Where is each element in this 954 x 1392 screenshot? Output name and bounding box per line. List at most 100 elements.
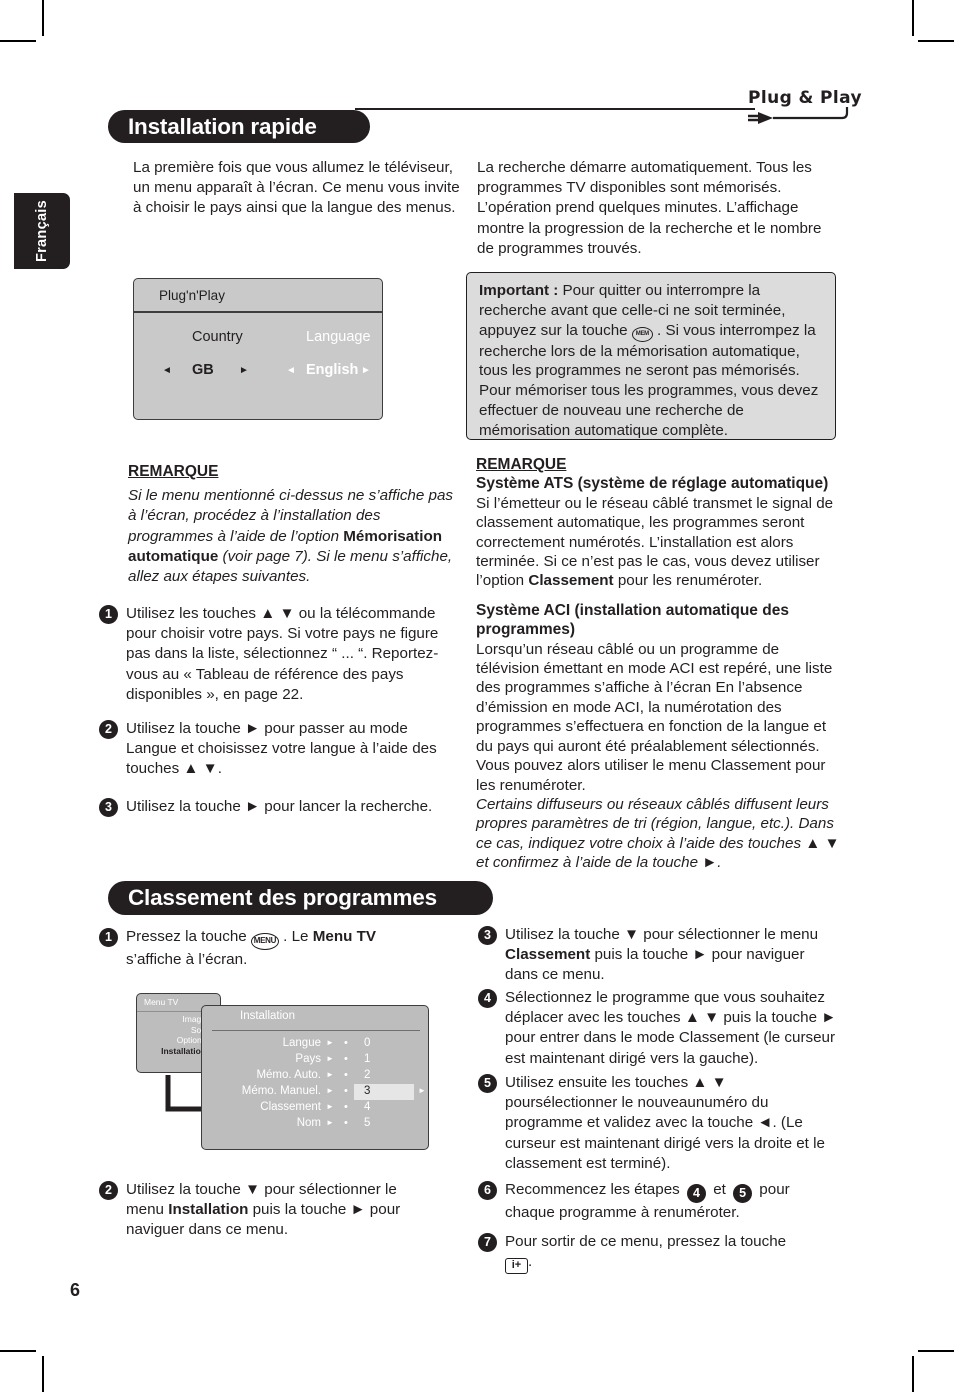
installation-row-memo-auto-dot-icon: • [344, 1069, 348, 1081]
step-item-3: 3 Utilisez la touche ► pour lancer la re… [99, 797, 459, 817]
header-rule [355, 108, 755, 110]
classement-step-number-2: 2 [99, 1181, 118, 1200]
menu-key-icon: MENU [250, 933, 279, 950]
step-text-3: Utilisez la touche ► pour lancer la rech… [126, 798, 433, 815]
installation-row-pays-label: Pays [295, 1053, 321, 1065]
installation-row-memo-manuel[interactable]: Mémo. Manuel. ► • 3 ► [202, 1084, 428, 1101]
step7-text-2: . [528, 1253, 533, 1271]
classement-step-text-3: Utilisez la touche ▼ pour sélectionner l… [505, 925, 838, 986]
remarque-left-heading: REMARQUE [128, 463, 219, 480]
installation-menu-rows: Langue ► • 0 Pays ► • 1 Mémo. Auto. ► • … [202, 1037, 428, 1133]
info-key-icon: i+ [505, 1258, 528, 1275]
classement-step-text-7: Pour sortir de ce menu, pressez la touch… [505, 1232, 828, 1275]
plug-and-play-label: Plug & Play [748, 88, 862, 108]
installation-row-langue[interactable]: Langue ► • 0 [202, 1037, 428, 1053]
installation-menu-title: Installation [240, 1010, 295, 1022]
classement-step-item-6: 6 Recommencez les étapes 4 et 5 pour cha… [478, 1180, 828, 1223]
tv-menu-diagram: Menu TV Image Son Options Installation I… [136, 993, 436, 1158]
plug-n-play-divider [134, 311, 382, 313]
step1-text-mid: . Le [278, 928, 313, 945]
classement-step-text-5: Utilisez ensuite les touches ▲ ▼ poursél… [505, 1074, 825, 1172]
crop-mark-bottom-right-h [918, 1350, 954, 1352]
step-number-2: 2 [99, 720, 118, 739]
step-item-1: 1 Utilisez les touches ▲ ▼ ou la télécom… [99, 604, 459, 705]
aci-text: Lorsqu’un réseau câblé ou un programme d… [476, 640, 833, 794]
menu-tv-item-options[interactable]: Options [137, 1035, 206, 1046]
crop-mark-top-right [912, 0, 914, 36]
country-right-arrow-icon[interactable]: ► [239, 365, 249, 376]
installation-row-classement-arrow-icon: ► [326, 1102, 334, 1111]
installation-row-langue-dot-icon: • [344, 1037, 348, 1049]
installation-row-memo-auto[interactable]: Mémo. Auto. ► • 2 [202, 1069, 428, 1085]
installation-row-memo-manuel-label: Mémo. Manuel. [241, 1085, 321, 1097]
country-value[interactable]: GB [192, 362, 214, 378]
important-label: Important : [479, 282, 559, 299]
menu-tv-item-son[interactable]: Son [137, 1025, 206, 1036]
step2-bold: Installation [168, 1201, 249, 1219]
installation-row-classement[interactable]: Classement ► • 4 [202, 1101, 428, 1117]
menu-tv-item-image[interactable]: Image [137, 1014, 206, 1025]
installation-row-nom-dot-icon: • [344, 1117, 348, 1129]
installation-row-classement-num: 4 [364, 1101, 371, 1113]
classement-step-number-7: 7 [478, 1233, 497, 1252]
important-callout-box: Important : Pour quitter ou interrompre … [466, 272, 836, 440]
installation-row-nom[interactable]: Nom ► • 5 [202, 1117, 428, 1133]
remarque-right-heading: REMARQUE [476, 456, 567, 473]
step7-text-1: Pour sortir de ce menu, pressez la touch… [505, 1233, 787, 1250]
installation-row-nom-num: 5 [364, 1117, 371, 1129]
language-left-arrow-icon[interactable]: ◄ [286, 365, 296, 376]
step-text-1: Utilisez les touches ▲ ▼ ou la télécomma… [126, 605, 439, 703]
installation-row-pays[interactable]: Pays ► • 1 [202, 1053, 428, 1069]
installation-row-langue-arrow-icon: ► [326, 1038, 334, 1047]
section-title-classement: Classement des programmes [128, 885, 437, 910]
installation-row-pays-arrow-icon: ► [326, 1054, 334, 1063]
classement-step-item-3: 3 Utilisez la touche ▼ pour sélectionner… [478, 925, 838, 986]
step3-text-1: Utilisez la touche ▼ pour sélectionner l… [505, 926, 819, 943]
section-title-installation: Installation rapide [128, 113, 317, 139]
installation-menu-panel: Installation Langue ► • 0 Pays ► • 1 Mém… [201, 1005, 429, 1150]
menu-tv-title: Menu TV [144, 997, 179, 1007]
step-number-1: 1 [99, 605, 118, 624]
language-label: Language [306, 329, 371, 345]
installation-row-classement-dot-icon: • [344, 1101, 348, 1113]
step6-text-1: Recommencez les étapes [505, 1181, 684, 1198]
classement-step-item-4: 4 Sélectionnez le programme que vous sou… [478, 988, 841, 1069]
classement-step-number-1: 1 [99, 928, 118, 947]
ats-bold: Classement [528, 572, 614, 590]
classement-step-text-6: Recommencez les étapes 4 et 5 pour chaqu… [505, 1180, 828, 1223]
crop-mark-top-right-h [918, 40, 954, 42]
country-left-arrow-icon[interactable]: ◄ [162, 365, 172, 376]
installation-row-nom-arrow-icon: ► [326, 1118, 334, 1127]
installation-row-classement-label: Classement [260, 1101, 321, 1113]
step6-ref-5: 5 [733, 1183, 753, 1203]
installation-row-memo-auto-label: Mémo. Auto. [256, 1069, 321, 1081]
crop-mark-top-left [42, 0, 44, 36]
step1-text-before: Pressez la touche [126, 928, 251, 945]
remarque-right-block: REMARQUE Système ATS (système de réglage… [476, 455, 846, 873]
installation-row-langue-label: Langue [282, 1037, 321, 1049]
menu-tv-item-list: Image Son Options Installation [137, 1014, 211, 1056]
mem-key-icon: MEM [631, 326, 653, 342]
classement-step-number-3: 3 [478, 926, 497, 945]
language-value[interactable]: English [306, 362, 358, 378]
aci-heading: Système ACI (installation automatique de… [476, 601, 789, 639]
intro-paragraph-right: La recherche démarre automatiquement. To… [477, 159, 822, 257]
installation-row-memo-manuel-dot-icon: • [344, 1085, 348, 1097]
classement-step-text-1: Pressez la touche MENU . Le Menu TV s’af… [126, 927, 429, 970]
language-right-arrow-icon[interactable]: ► [361, 365, 371, 376]
country-label: Country [192, 329, 243, 345]
remarque-left-block: REMARQUE Si le menu mentionné ci-dessus … [128, 462, 460, 587]
ats-text-2: pour les renuméroter. [613, 572, 763, 590]
classement-step-text-2: Utilisez la touche ▼ pour sélectionner l… [126, 1180, 439, 1241]
step6-ref-4: 4 [686, 1183, 706, 1203]
installation-row-memo-manuel-end-arrow-icon: ► [418, 1086, 426, 1095]
installation-row-memo-manuel-arrow-icon: ► [326, 1086, 334, 1095]
step-item-2: 2 Utilisez la touche ► pour passer au mo… [99, 719, 454, 780]
classement-step-item-2: 2 Utilisez la touche ▼ pour sélectionner… [99, 1180, 439, 1241]
installation-row-pays-dot-icon: • [344, 1053, 348, 1065]
classement-step-item-7: 7 Pour sortir de ce menu, pressez la tou… [478, 1232, 828, 1275]
plug-and-play-logo: Plug & Play [748, 88, 862, 132]
language-tab: Français [14, 193, 70, 269]
classement-step-item-5: 5 Utilisez ensuite les touches ▲ ▼ pours… [478, 1073, 828, 1174]
menu-tv-item-installation[interactable]: Installation [137, 1046, 206, 1057]
